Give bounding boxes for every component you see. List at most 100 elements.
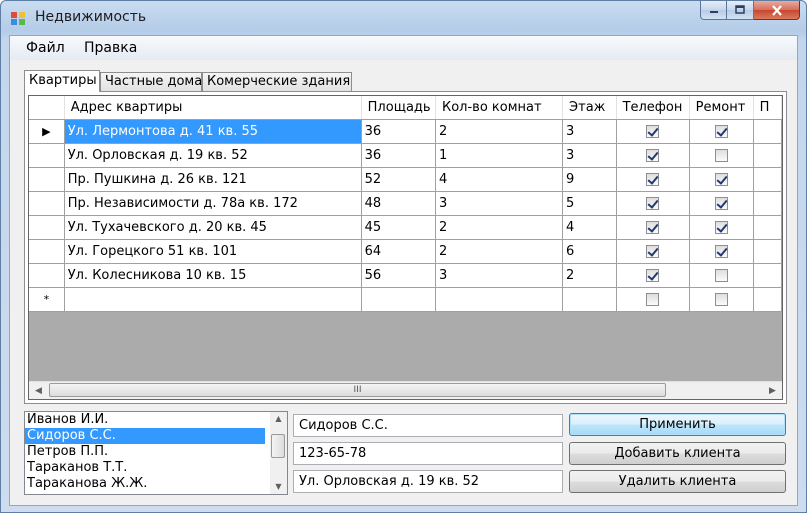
row-header[interactable] [29,215,65,240]
menu-edit[interactable]: Правка [84,40,137,56]
cell-phone[interactable] [616,239,690,264]
row-header[interactable] [29,191,65,216]
scroll-left-icon[interactable]: ◀ [30,385,47,397]
cell-address[interactable]: Ул. Тухачевского д. 20 кв. 45 [64,215,362,240]
minimize-button[interactable] [700,1,727,20]
table-row[interactable]: Пр. Независимости д. 78а кв. 172 48 3 5 [29,191,782,216]
table-row[interactable]: Ул. Орловская д. 19 кв. 52 36 1 3 [29,143,782,168]
cell-area[interactable]: 56 [361,263,437,288]
cell-repair[interactable] [689,239,754,264]
cell-address[interactable]: Ул. Колесникова 10 кв. 15 [64,263,362,288]
checkbox[interactable] [646,125,660,138]
table-row[interactable]: Ул. Горецкого 51 кв. 101 64 2 6 [29,239,782,264]
cell-phone[interactable] [616,263,690,288]
clients-scroll-thumb[interactable] [271,434,285,458]
cell-floor[interactable]: 5 [562,191,617,216]
checkbox[interactable] [714,125,728,138]
cell-partial[interactable] [753,239,782,264]
maximize-button[interactable] [727,1,754,20]
cell-partial[interactable] [753,143,782,168]
checkbox[interactable] [714,197,728,210]
cell-repair[interactable] [689,215,754,240]
cell-partial[interactable] [753,287,782,312]
checkbox[interactable] [714,149,728,162]
tab-private-houses[interactable]: Частные дома [100,72,202,91]
apartments-grid[interactable]: Адрес квартиры Площадь Кол-во комнат Эта… [28,95,783,400]
table-row[interactable]: Пр. Пушкина д. 26 кв. 121 52 4 9 [29,167,782,192]
cell-repair[interactable] [689,287,754,312]
list-item[interactable]: Сидоров С.С. [25,428,265,444]
checkbox[interactable] [646,221,660,234]
cell-partial[interactable] [753,263,782,288]
cell-rooms[interactable] [435,287,564,312]
column-header-phone[interactable]: Телефон [616,96,690,120]
cell-phone[interactable] [616,143,690,168]
grid-horizontal-scrollbar[interactable]: ◀ III ▶ [29,381,782,399]
column-header-address[interactable]: Адрес квартиры [64,96,362,120]
scroll-down-icon[interactable]: ▼ [270,480,287,494]
cell-area[interactable]: 64 [361,239,437,264]
checkbox[interactable] [714,245,728,258]
cell-repair[interactable] [689,191,754,216]
close-button[interactable] [754,1,800,20]
list-item[interactable]: Тараканов Т.Т. [25,460,265,476]
list-item[interactable]: Тараканова Ж.Ж. [25,476,265,492]
table-row[interactable]: Ул. Колесникова 10 кв. 15 56 3 2 [29,263,782,288]
cell-partial[interactable] [753,167,782,192]
title-bar[interactable]: Недвижимость [1,1,806,35]
cell-repair[interactable] [689,119,754,144]
checkbox[interactable] [714,221,728,234]
column-header-area[interactable]: Площадь [361,96,437,120]
clients-vertical-scrollbar[interactable]: ▲ ▼ [270,412,287,494]
cell-phone[interactable] [616,287,690,312]
cell-floor[interactable]: 9 [562,167,617,192]
column-header-rooms[interactable]: Кол-во комнат [435,96,564,120]
scroll-thumb[interactable]: III [49,383,666,397]
cell-rooms[interactable]: 2 [435,215,564,240]
tab-apartments[interactable]: Квартиры [24,70,100,92]
scroll-right-icon[interactable]: ▶ [764,385,781,397]
add-client-button[interactable]: Добавить клиента [569,442,786,465]
cell-area[interactable]: 48 [361,191,437,216]
cell-rooms[interactable]: 3 [435,191,564,216]
cell-floor[interactable] [562,287,617,312]
row-header[interactable] [29,167,65,192]
cell-partial[interactable] [753,191,782,216]
cell-phone[interactable] [616,119,690,144]
cell-address[interactable]: Пр. Пушкина д. 26 кв. 121 [64,167,362,192]
row-header[interactable] [29,239,65,264]
row-header[interactable]: * [29,287,65,312]
checkbox[interactable] [714,173,728,186]
column-header-repair[interactable]: Ремонт [689,96,754,120]
new-row[interactable]: * [29,287,782,312]
column-header-floor[interactable]: Этаж [562,96,617,120]
cell-phone[interactable] [616,215,690,240]
list-item[interactable]: Иванов И.И. [25,412,265,428]
checkbox[interactable] [646,149,660,162]
client-phone-input[interactable] [293,442,563,465]
checkbox[interactable] [714,269,728,282]
tab-commercial-buildings[interactable]: Комерческие здания [202,72,352,91]
checkbox[interactable] [646,197,660,210]
table-row[interactable]: ▶ Ул. Лермонтова д. 41 кв. 55 36 2 3 [29,119,782,144]
apply-button[interactable]: Применить [569,413,786,436]
checkbox[interactable] [646,173,660,186]
cell-area[interactable]: 36 [361,119,437,144]
checkbox[interactable] [646,293,660,306]
row-header[interactable]: ▶ [29,119,65,144]
row-header[interactable] [29,143,65,168]
checkbox[interactable] [646,269,660,282]
cell-repair[interactable] [689,143,754,168]
cell-rooms[interactable]: 2 [435,119,564,144]
cell-address[interactable]: Ул. Орловская д. 19 кв. 52 [64,143,362,168]
cell-address[interactable]: Пр. Независимости д. 78а кв. 172 [64,191,362,216]
delete-client-button[interactable]: Удалить клиента [569,470,786,493]
table-row[interactable]: Ул. Тухачевского д. 20 кв. 45 45 2 4 [29,215,782,240]
cell-floor[interactable]: 3 [562,119,617,144]
column-header-partial[interactable]: П [753,96,782,120]
checkbox[interactable] [646,245,660,258]
cell-area[interactable]: 52 [361,167,437,192]
client-address-input[interactable] [293,470,563,493]
cell-floor[interactable]: 6 [562,239,617,264]
cell-repair[interactable] [689,167,754,192]
